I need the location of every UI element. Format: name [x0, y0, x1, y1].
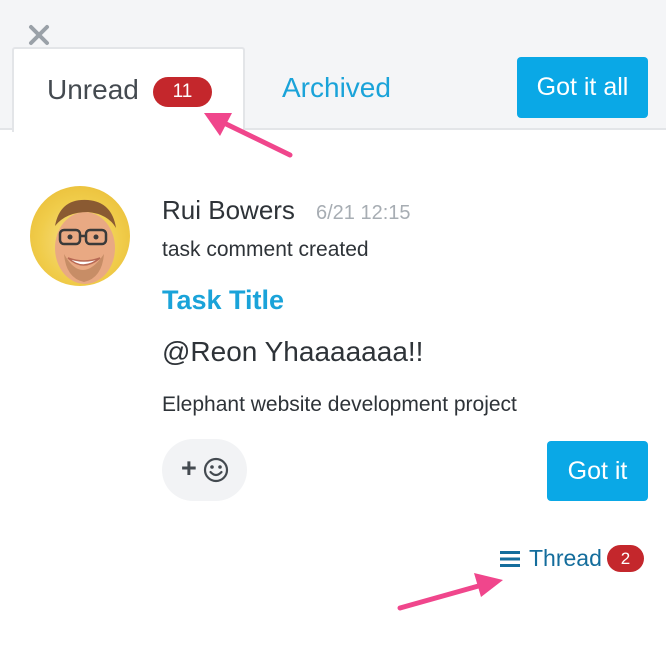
- event-description: task comment created: [162, 238, 369, 261]
- smiley-icon: [203, 457, 229, 483]
- hamburger-icon: [500, 551, 520, 567]
- got-it-all-button[interactable]: Got it all: [517, 57, 648, 118]
- avatar[interactable]: [30, 186, 130, 286]
- unread-count-badge: 11: [153, 77, 212, 107]
- thread-count-badge: 2: [607, 545, 644, 572]
- tab-unread-label: Unread: [47, 74, 139, 105]
- tab-unread[interactable]: Unread 11: [12, 47, 245, 132]
- project-name: Elephant website development project: [162, 393, 517, 416]
- got-it-button[interactable]: Got it: [547, 441, 648, 501]
- close-icon[interactable]: [28, 24, 50, 46]
- task-title-link[interactable]: Task Title: [162, 285, 284, 316]
- arrow-to-thread-link: [397, 573, 503, 611]
- tab-bar: Unread 11 Archived Got it all: [0, 0, 666, 132]
- user-name[interactable]: Rui Bowers: [162, 195, 295, 226]
- thread-label: Thread: [529, 545, 602, 571]
- reaction-plus: +: [181, 453, 197, 483]
- timestamp: 6/21 12:15: [316, 202, 411, 224]
- add-reaction-button[interactable]: +: [162, 439, 247, 501]
- tab-archived[interactable]: Archived: [282, 72, 391, 104]
- comment-message: @Reon Yhaaaaaaa!!: [162, 336, 424, 367]
